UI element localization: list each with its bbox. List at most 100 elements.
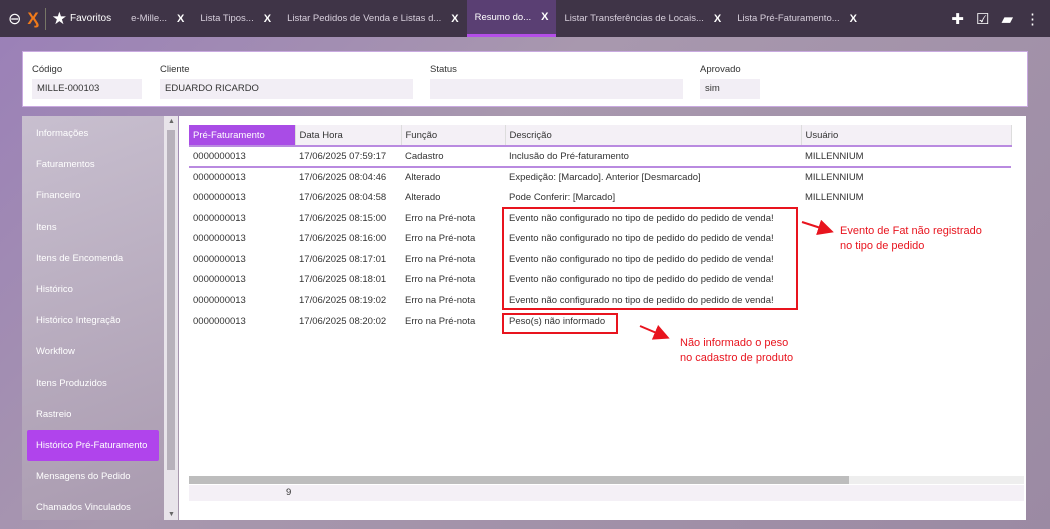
table-cell: Erro na Pré-nota (405, 294, 476, 306)
table-cell (801, 270, 1011, 291)
table-cell: Alterado (405, 191, 441, 203)
sidebar-item[interactable]: Workflow (22, 336, 164, 367)
tab-label: Listar Pedidos de Venda e Listas d... (287, 13, 442, 24)
annotation-box-weight (502, 313, 618, 334)
codigo-label: Código (32, 64, 63, 75)
close-icon[interactable]: X (850, 13, 857, 25)
cliente-field[interactable]: EDUARDO RICARDO (160, 79, 413, 99)
tab-label: Lista Pré-Faturamento... (737, 13, 840, 24)
horizontal-scrollbar[interactable] (189, 476, 1024, 484)
sidebar-item[interactable]: Chamados Vinculados (22, 492, 164, 520)
table-cell: 0000000013 (193, 294, 246, 306)
sidebar-scrollbar[interactable]: ▲ ▼ (164, 116, 178, 520)
annotation-note-weight: Não informado o peso no cadastro de produ… (680, 337, 794, 364)
table-cell: Inclusão do Pré-faturamento (505, 145, 801, 168)
annotation-box-event (502, 207, 798, 310)
table-row[interactable]: 0000000013 17/06/2025 08:04:58 Alterado Pod… (189, 187, 1011, 208)
table-row[interactable]: 0000000013 17/06/2025 08:04:46 Alterado Exp… (189, 167, 1011, 188)
column-header[interactable]: Descrição (505, 125, 802, 146)
sidebar: Informações Faturamentos Financeiro Itens It… (22, 116, 164, 520)
sidebar-item[interactable]: Mensagens do Pedido (22, 461, 164, 492)
tab[interactable]: e-Mille... X (123, 0, 192, 37)
table-cell: Erro na Pré-nota (405, 274, 476, 286)
close-icon[interactable]: X (714, 13, 721, 25)
table-cell: Alterado (405, 171, 441, 183)
table-cell: 17/06/2025 08:04:58 (299, 191, 387, 203)
tab[interactable]: Lista Tipos... X (192, 0, 279, 37)
table-cell: 0000000013 (193, 171, 246, 183)
table-cell (801, 290, 1011, 311)
sidebar-item[interactable]: Informações (22, 118, 164, 149)
table-cell: Erro na Pré-nota (405, 253, 476, 265)
table-cell: Expedição: [Marcado]. Anterior [Desmarca… (509, 171, 701, 183)
status-field[interactable] (430, 79, 683, 99)
tab-label: e-Mille... (131, 13, 168, 24)
sidebar-item[interactable]: Itens de Encomenda (22, 243, 164, 274)
close-icon[interactable]: X (264, 13, 271, 25)
tab[interactable]: Listar Transferências de Locais... X (556, 0, 729, 37)
tab-strip: e-Mille... X Lista Tipos... X Listar Pedidos… (123, 0, 865, 37)
cliente-label: Cliente (160, 64, 190, 75)
sidebar-item[interactable]: Histórico Pré-Faturamento (27, 429, 159, 462)
divider (44, 7, 46, 30)
close-icon[interactable]: X (541, 11, 548, 23)
scroll-down-icon[interactable]: ▼ (168, 511, 175, 518)
close-icon[interactable]: X (177, 13, 184, 25)
sidebar-item[interactable]: Histórico (22, 274, 164, 305)
close-icon[interactable]: X (451, 13, 458, 25)
tab-label: Listar Transferências de Locais... (564, 13, 704, 24)
column-header[interactable]: Pré-Faturamento (189, 125, 296, 146)
table-cell (801, 311, 1011, 332)
sidebar-item[interactable]: Histórico Integração (22, 305, 164, 336)
sidebar-item[interactable]: Rastreio (22, 399, 164, 430)
app-logo: Ӽ (27, 8, 39, 28)
tab[interactable]: Listar Pedidos de Venda e Listas d... X (279, 0, 467, 37)
table-cell: 17/06/2025 08:18:01 (299, 274, 387, 286)
sidebar-item[interactable]: Itens Produzidos (22, 368, 164, 399)
sidebar-item[interactable]: Faturamentos (22, 149, 164, 180)
plus-icon[interactable]: ✚ (951, 10, 964, 28)
table-cell: 0000000013 (189, 145, 295, 168)
table-cell: 17/06/2025 08:19:02 (299, 294, 387, 306)
order-header-card: Código MILLE-000103 Cliente EDUARDO RICARD… (22, 51, 1028, 107)
star-icon: ★ (51, 8, 67, 28)
table-cell: 17/06/2025 08:17:01 (299, 253, 387, 265)
table-cell: 0000000013 (193, 212, 246, 224)
row-count: 9 (286, 487, 292, 498)
table-footer: 9 (189, 485, 1024, 501)
table-cell: Pode Conferir: [Marcado] (509, 191, 616, 203)
table-cell: 0000000013 (193, 191, 246, 203)
table-cell: 0000000013 (193, 274, 246, 286)
tab-label: Resumo do... (474, 11, 532, 23)
top-bar: ⊖ Ӽ ★ Favoritos e-Mille... X Lista Tipos...… (0, 0, 1050, 37)
column-header[interactable]: Data Hora (295, 125, 402, 146)
aprovado-field[interactable]: sim (700, 79, 760, 99)
more-vertical-icon[interactable]: ⋮ (1025, 10, 1040, 28)
aprovado-label: Aprovado (700, 64, 741, 75)
table-cell: 17/06/2025 07:59:17 (295, 145, 401, 168)
table-cell: 17/06/2025 08:04:46 (299, 171, 387, 183)
sidebar-item[interactable]: Financeiro (22, 180, 164, 211)
scrollbar-thumb[interactable] (189, 476, 849, 484)
table-cell: 17/06/2025 08:15:00 (299, 212, 387, 224)
tab[interactable]: Resumo do... X (466, 0, 557, 37)
table-cell: MILLENNIUM (801, 145, 1011, 168)
favorites-button[interactable]: ★ Favoritos (52, 9, 111, 29)
tab[interactable]: Lista Pré-Faturamento... X (729, 0, 865, 37)
column-header[interactable]: Usuário (801, 125, 1012, 146)
sidebar-item[interactable]: Itens (22, 212, 164, 243)
table-cell: Erro na Pré-nota (405, 315, 476, 327)
table-row[interactable]: 0000000013 17/06/2025 07:59:17 Cadastro Inc… (189, 145, 1011, 168)
table-cell: Cadastro (401, 145, 505, 168)
table-cell: MILLENNIUM (805, 171, 864, 183)
clipboard-check-icon[interactable]: ☑ (976, 10, 989, 28)
codigo-field[interactable]: MILLE-000103 (32, 79, 142, 99)
table-cell: 0000000013 (193, 253, 246, 265)
table-cell: Erro na Pré-nota (405, 212, 476, 224)
scroll-up-icon[interactable]: ▲ (168, 118, 175, 125)
column-header[interactable]: Função (401, 125, 506, 146)
chat-icon[interactable]: ▰ (1001, 10, 1013, 28)
scrollbar-thumb[interactable] (167, 130, 175, 470)
table-cell: MILLENNIUM (805, 191, 864, 203)
back-icon[interactable]: ⊖ (8, 9, 21, 29)
